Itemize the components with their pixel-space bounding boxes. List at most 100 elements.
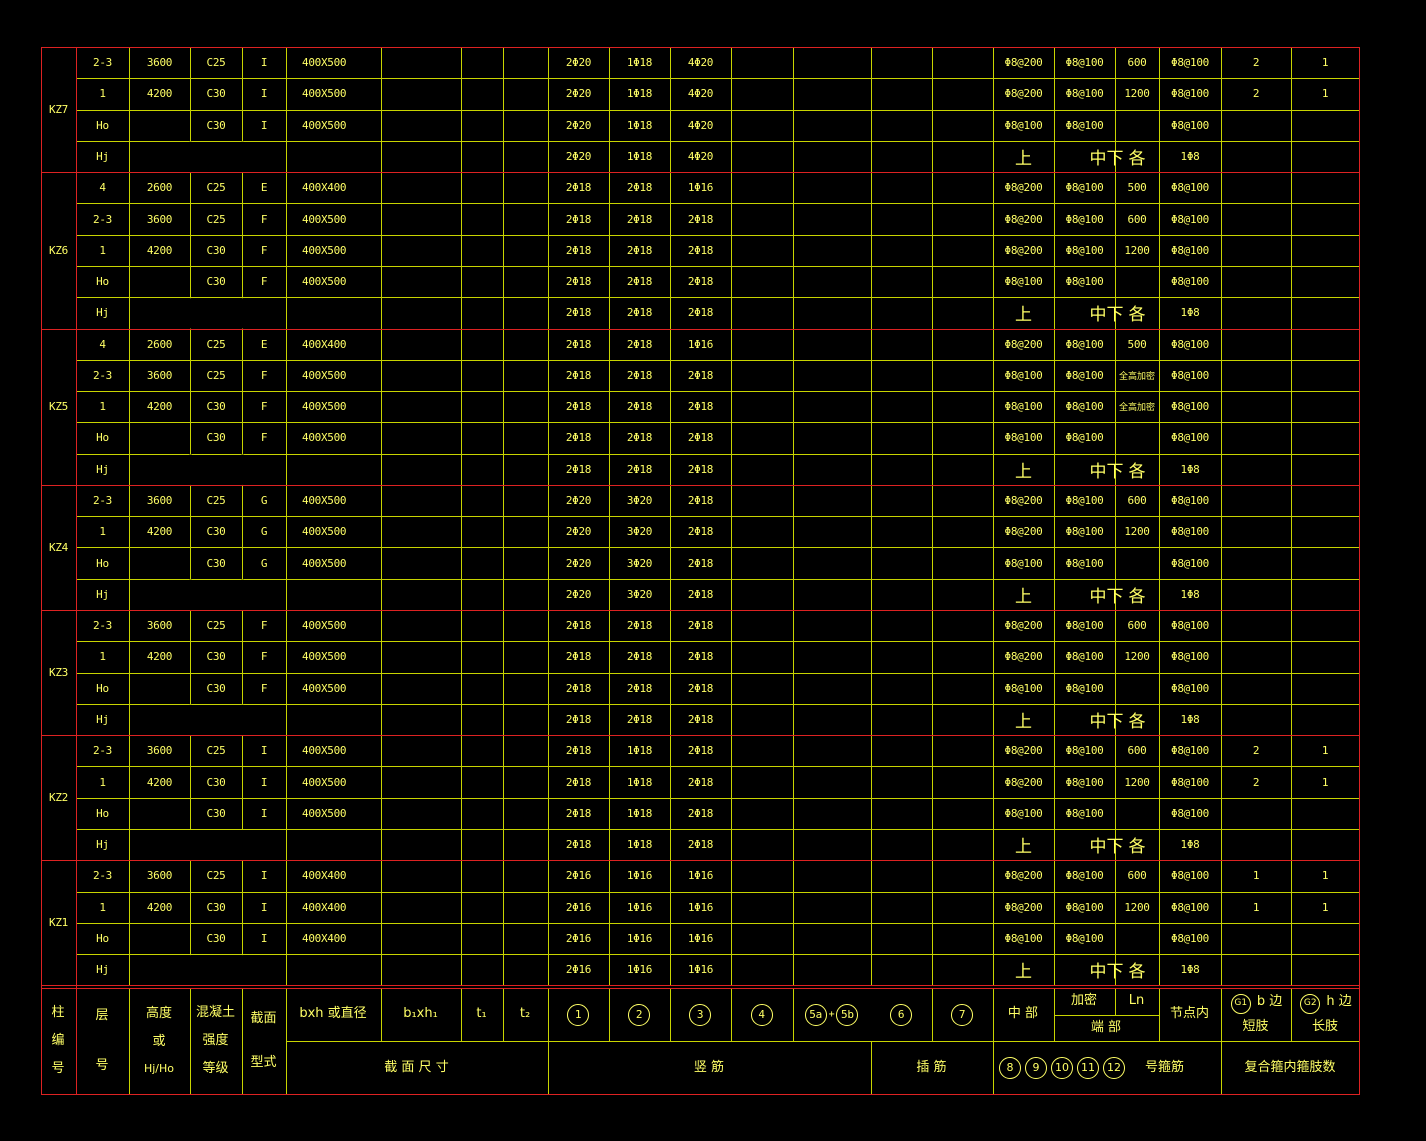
table-cell: Φ8@100 (1065, 650, 1104, 664)
table-cell: 2Φ18 (565, 619, 592, 633)
table-cell: Φ8@200 (1004, 525, 1043, 539)
table-cell: 2Φ20 (565, 149, 592, 163)
table-cell: 600 (1127, 212, 1147, 226)
table-cell: 3Φ20 (626, 494, 653, 508)
table-cell: 600 (1127, 619, 1147, 633)
table-cell: Φ8@100 (1171, 900, 1209, 914)
table-cell: 600 (1127, 56, 1147, 70)
table-cell: C25 (206, 368, 226, 382)
merge-mask (241, 298, 244, 329)
column-id-cell: KZ5 (49, 400, 68, 414)
table-cell: 1Φ16 (626, 900, 653, 914)
table-cell: Hj (96, 306, 109, 320)
table-cell: 1 (1321, 900, 1329, 914)
header-bar-7: 7 (932, 988, 992, 1041)
header-stirrup-numbers: 8 9 10 11 12 号箍筋 (993, 1042, 1220, 1094)
merge-mask (241, 830, 244, 861)
table-cell: 各 (1128, 837, 1146, 858)
table-cell: Φ8@100 (1065, 87, 1104, 101)
table-cell: 上 (1015, 586, 1032, 607)
table-cell: Φ8@100 (1065, 681, 1104, 695)
merge-mask (241, 704, 244, 736)
table-cell: Hj (96, 462, 109, 476)
table-cell: 2Φ20 (565, 587, 592, 601)
table-cell: 1Φ8 (1180, 462, 1200, 476)
table-cell: 400X500 (302, 431, 347, 445)
table-cell: 4200 (146, 650, 173, 664)
table-cell: 4Φ20 (687, 87, 714, 101)
table-cell: 2 (1252, 744, 1260, 758)
table-cell: C30 (206, 275, 226, 289)
table-cell: Φ8@100 (1171, 181, 1209, 195)
table-cell: 3600 (146, 869, 173, 883)
table-cell: 2Φ20 (565, 87, 592, 101)
table-cell: 2Φ18 (626, 431, 653, 445)
table-cell: Φ8@100 (1004, 400, 1043, 414)
table-cell: Φ8@100 (1065, 118, 1104, 132)
table-cell: 400X500 (302, 619, 347, 633)
table-cell: 600 (1127, 744, 1147, 758)
table-cell: 400X500 (302, 744, 347, 758)
table-cell: Φ8@100 (1065, 900, 1104, 914)
table-cell: I (260, 744, 268, 758)
header-legs-b: G1 b 边 短肢 (1221, 988, 1290, 1041)
merge-mask (241, 141, 244, 173)
table-cell: G (260, 494, 268, 508)
table-cell: Φ8@100 (1065, 368, 1104, 382)
header-concrete-grade: 混凝土 强度 等级 (195, 1004, 235, 1077)
table-cell: 400X400 (302, 181, 347, 195)
table-cell: 400X500 (302, 368, 347, 382)
table-cell: 3600 (146, 619, 173, 633)
table-cell: 2Φ18 (565, 400, 592, 414)
merge-mask (189, 579, 192, 611)
table-cell: F (260, 431, 268, 445)
table-cell: 2Φ18 (687, 212, 714, 226)
table-cell: 2Φ18 (687, 243, 714, 257)
table-cell: 1200 (1124, 900, 1150, 914)
table-cell: 全高加密 (1118, 403, 1155, 414)
header-stirrup-dense: 加密 (1070, 993, 1097, 1009)
table-cell: 1Φ16 (687, 337, 714, 351)
table-cell: Φ8@200 (1004, 650, 1043, 664)
table-cell: 1Φ16 (687, 869, 714, 883)
table-cell: 400X400 (302, 869, 347, 883)
table-cell: 2Φ18 (687, 806, 714, 820)
table-cell: G (260, 525, 268, 539)
table-cell: 2Φ18 (565, 368, 592, 382)
table-cell: 2Φ18 (626, 275, 653, 289)
table-cell: C30 (206, 931, 226, 945)
table-cell: Φ8@100 (1171, 931, 1209, 945)
table-cell: 3600 (146, 368, 173, 382)
table-cell: 各 (1128, 461, 1146, 482)
table-cell: 2Φ18 (565, 681, 592, 695)
table-cell: C30 (206, 556, 226, 570)
table-cell: 1Φ18 (626, 806, 653, 820)
table-cell: C30 (206, 900, 226, 914)
table-cell: Ho (96, 556, 109, 570)
table-cell: 400X400 (302, 900, 347, 914)
table-cell: Φ8@100 (1171, 275, 1209, 289)
table-cell: I (260, 806, 268, 820)
table-cell: Φ8@100 (1171, 869, 1209, 883)
table-cell: 全高加密 (1118, 371, 1155, 382)
table-cell: 1 (1321, 869, 1329, 883)
table-cell: Φ8@100 (1065, 525, 1104, 539)
header-stirrup-end: 端 部 (1090, 1020, 1122, 1036)
table-cell: 2Φ18 (626, 181, 653, 195)
header-bxh: bxh 或直径 (299, 1006, 367, 1022)
table-cell: 2Φ18 (626, 243, 653, 257)
table-cell: 400X500 (302, 775, 347, 789)
table-cell: 1 (99, 525, 106, 539)
table-cell: 1 (99, 400, 106, 414)
header-stirrup-ln: Ln (1128, 993, 1145, 1009)
table-cell: 1200 (1124, 243, 1150, 257)
table-cell: Φ8@100 (1004, 368, 1043, 382)
column-id-cell: KZ1 (49, 916, 68, 930)
table-cell: C25 (206, 494, 226, 508)
table-cell: Φ8@100 (1004, 118, 1043, 132)
column-id-cell: KZ2 (49, 791, 68, 805)
cad-drawing-canvas[interactable]: 2-3 3600 C25 I 400X500 2Φ20 1Φ18 4Φ20 Φ8@200 Φ8@1… (0, 0, 1426, 1141)
table-cell: 2Φ18 (565, 806, 592, 820)
table-cell: 2Φ18 (626, 681, 653, 695)
table-cell: 4200 (146, 900, 173, 914)
